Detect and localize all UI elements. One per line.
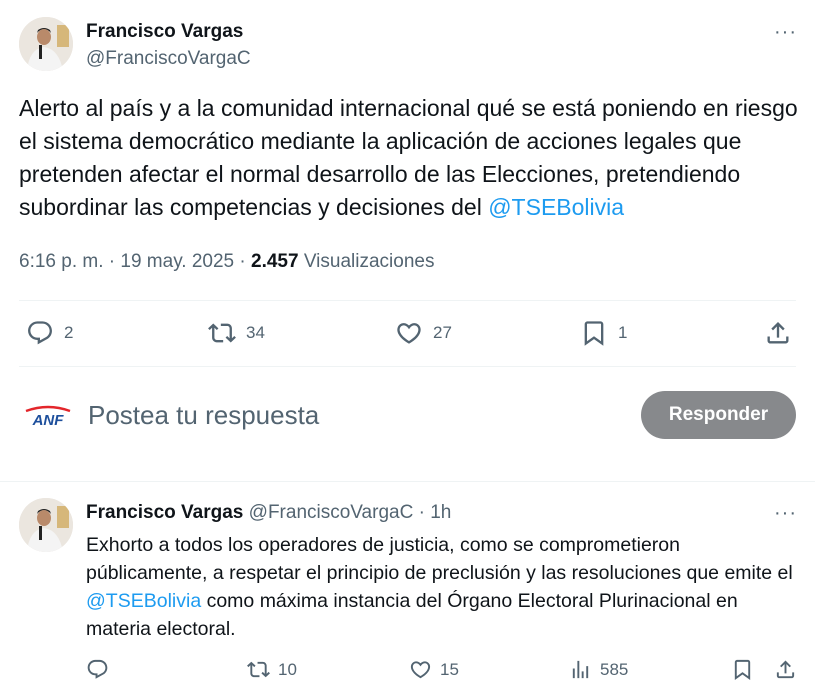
reply-author-name[interactable]: Francisco Vargas <box>86 502 243 523</box>
meta-separator: · <box>103 251 121 272</box>
mention-link[interactable]: @TSEBolivia <box>488 194 624 220</box>
reply-time[interactable]: 1h <box>430 502 451 523</box>
retweet-action[interactable]: 34 <box>208 319 265 347</box>
tweet-date[interactable]: 19 may. 2025 <box>120 251 234 272</box>
reply-text-body: Exhorto a todos los operadores de justic… <box>86 534 793 584</box>
meta-separator: · <box>234 251 252 272</box>
reply-more-options-icon[interactable]: ··· <box>774 503 797 523</box>
reply-count: 2 <box>64 323 74 342</box>
reply-views-action[interactable]: 585 <box>569 658 628 681</box>
bookmark-icon <box>734 659 751 680</box>
reply-button[interactable]: Responder <box>641 391 796 439</box>
views-count: 2.457 <box>251 251 299 272</box>
reply-reply-action[interactable] <box>86 658 109 681</box>
time-separator: · <box>413 502 431 523</box>
reply-retweet-count: 10 <box>278 659 297 679</box>
reply-input[interactable]: Postea tu respuesta <box>88 400 319 431</box>
views-label: Visualizaciones <box>298 251 435 272</box>
reply-avatar[interactable] <box>19 498 73 552</box>
reply-header: Francisco Vargas @FranciscoVargaC · 1h <box>86 502 451 524</box>
retweet-icon <box>208 323 236 343</box>
divider <box>0 481 815 482</box>
reply-views-count: 585 <box>600 659 629 679</box>
retweet-count: 34 <box>246 323 265 342</box>
share-action[interactable] <box>764 319 792 347</box>
retweet-icon <box>247 661 270 678</box>
reply-share-action[interactable] <box>774 658 797 681</box>
reply-icon <box>28 321 52 345</box>
views-chart-icon <box>572 660 589 679</box>
main-avatar[interactable] <box>19 17 73 71</box>
reply-action[interactable]: 2 <box>26 319 73 347</box>
reply-icon <box>87 659 108 679</box>
reply-author-handle[interactable]: @FranciscoVargaC <box>249 502 414 523</box>
tweet-meta: 6:16 p. m. · 19 may. 2025 · 2.457 Visual… <box>19 251 434 273</box>
share-icon <box>776 660 795 679</box>
reply-like-count: 15 <box>440 659 459 679</box>
tweet-text-body: Alerto al país y a la comunidad internac… <box>19 95 798 220</box>
bookmark-action[interactable]: 1 <box>580 319 627 347</box>
logo-text: ANF <box>32 412 65 427</box>
tweet-time[interactable]: 6:16 p. m. <box>19 251 104 272</box>
reply-mention-link[interactable]: @TSEBolivia <box>86 590 201 612</box>
author-name[interactable]: Francisco Vargas <box>86 21 243 43</box>
bookmark-icon <box>584 321 604 346</box>
tweet-text: Alerto al país y a la comunidad internac… <box>19 92 809 224</box>
heart-icon <box>397 323 421 344</box>
reply-bookmark-action[interactable] <box>731 658 754 681</box>
reply-composer: ANF Postea tu respuesta Responder <box>0 385 815 447</box>
reply-like-action[interactable]: 15 <box>409 658 459 681</box>
reply-text: Exhorto a todos los operadores de justic… <box>86 531 796 643</box>
heart-icon <box>410 661 431 679</box>
divider <box>19 300 796 301</box>
reply-retweet-action[interactable]: 10 <box>247 658 297 681</box>
bookmark-count: 1 <box>618 323 628 342</box>
author-handle[interactable]: @FranciscoVargaC <box>86 48 251 70</box>
anf-logo: ANF <box>25 405 71 427</box>
more-options-icon[interactable]: ··· <box>774 22 797 42</box>
like-action[interactable]: 27 <box>395 319 452 347</box>
share-icon <box>767 322 789 344</box>
like-count: 27 <box>433 323 452 342</box>
divider <box>19 366 796 367</box>
